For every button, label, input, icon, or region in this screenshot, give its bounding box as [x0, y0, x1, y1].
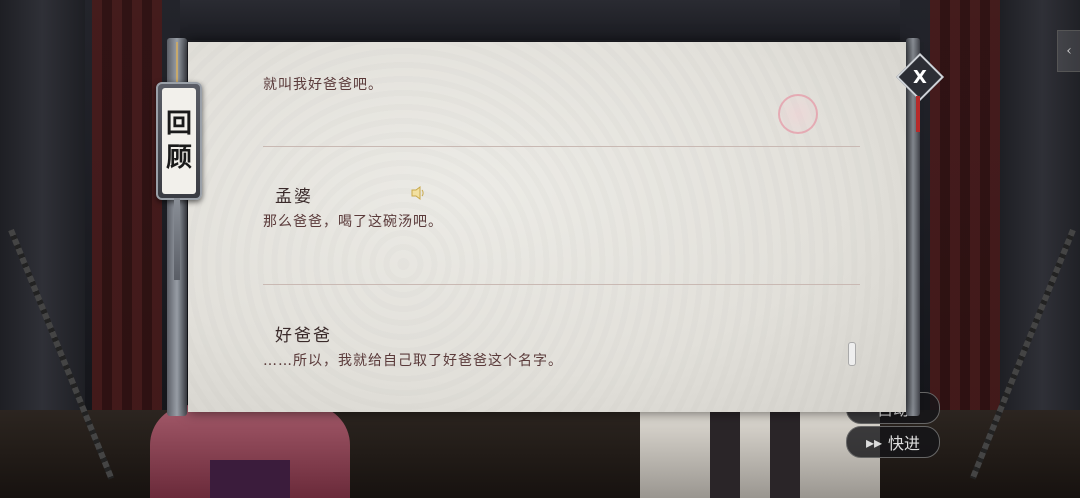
review-title-tag: 回 顾 [156, 82, 202, 200]
title-char: 顾 [165, 143, 192, 173]
dialogue-text: ……所以，我就给自己取了好爸爸这个名字。 [263, 353, 563, 369]
fast-forward-icon: ▸▸ [865, 432, 883, 452]
close-button-tassel [916, 96, 920, 132]
close-button[interactable]: X [903, 60, 937, 94]
temple-lintel [180, 0, 900, 40]
dialogue-text: 那么爸爸，喝了这碗汤吧。 [263, 214, 443, 230]
speaker-name: 好爸爸 [275, 326, 332, 346]
character-left [150, 405, 350, 498]
tag-string [176, 42, 178, 82]
dialogue-history-list[interactable]: 就叫我好爸爸吧。 孟婆 那么爸爸，喝了这碗汤吧。 好爸爸 ……所以，我就给自己取… [188, 42, 906, 412]
dialogue-entry-2: 孟婆 那么爸爸，喝了这碗汤吧。 [263, 182, 863, 231]
entry-divider [263, 284, 860, 285]
dialogue-text: 就叫我好爸爸吧。 [263, 77, 383, 93]
title-tag-tassel [174, 198, 180, 280]
title-char: 回 [165, 109, 192, 139]
fast-forward-button[interactable]: ▸▸ 快进 [846, 426, 940, 458]
dialogue-entry-3: 好爸爸 ……所以，我就给自己取了好爸爸这个名字。 [263, 321, 863, 370]
dialogue-entry-1: 就叫我好爸爸吧。 [263, 70, 863, 94]
character-right [640, 400, 880, 498]
voice-replay-icon[interactable] [410, 185, 426, 201]
scrollbar-thumb[interactable] [848, 342, 856, 366]
scrollbar[interactable] [848, 312, 856, 372]
fast-forward-label: 快进 [888, 434, 921, 453]
dialogue-review-panel: 就叫我好爸爸吧。 孟婆 那么爸爸，喝了这碗汤吧。 好爸爸 ……所以，我就给自己取… [188, 42, 906, 412]
side-expand-arrow-icon[interactable]: ‹ [1057, 30, 1080, 72]
left-curtain [92, 0, 162, 420]
right-curtain [930, 0, 1000, 420]
speaker-name: 孟婆 [275, 187, 313, 207]
entry-divider [263, 146, 860, 147]
